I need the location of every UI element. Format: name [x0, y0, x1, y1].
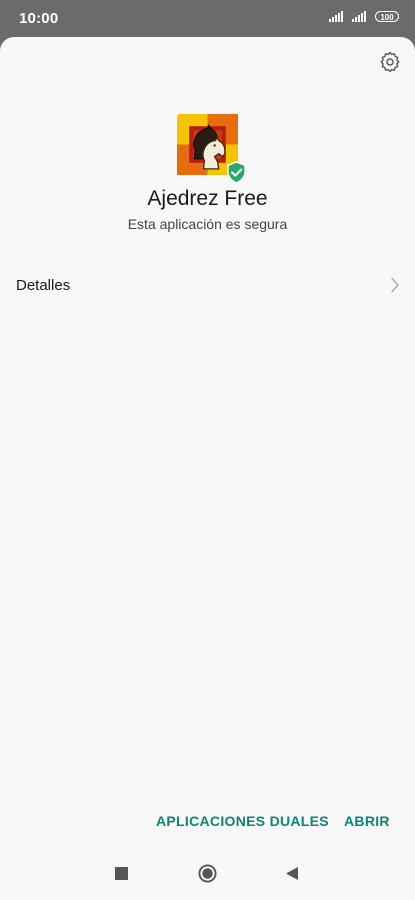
- dual-apps-button[interactable]: APLICACIONES DUALES: [156, 813, 329, 829]
- open-button[interactable]: ABRIR: [344, 813, 390, 829]
- status-bar: 10:00 100: [0, 0, 415, 37]
- shield-check-icon: [227, 161, 246, 184]
- gear-icon[interactable]: [379, 51, 401, 73]
- app-security-status: Esta aplicación es segura: [127, 216, 288, 232]
- signal-icon: [352, 11, 366, 22]
- status-icons: 100: [329, 11, 399, 22]
- details-row[interactable]: Detalles: [0, 265, 415, 307]
- home-icon[interactable]: [198, 864, 217, 883]
- recent-apps-icon[interactable]: [115, 867, 128, 880]
- app-info-screen: Ajedrez Free Esta aplicación es segura D…: [0, 37, 415, 850]
- status-time: 10:00: [19, 10, 59, 27]
- navigation-bar: [0, 850, 415, 900]
- battery-level: 100: [380, 12, 394, 22]
- details-label: Detalles: [16, 277, 71, 294]
- back-icon[interactable]: [285, 866, 299, 881]
- battery-icon: 100: [375, 11, 399, 22]
- signal-icon: [329, 11, 343, 22]
- app-name: Ajedrez Free: [147, 187, 268, 210]
- chevron-right-icon: [391, 277, 399, 293]
